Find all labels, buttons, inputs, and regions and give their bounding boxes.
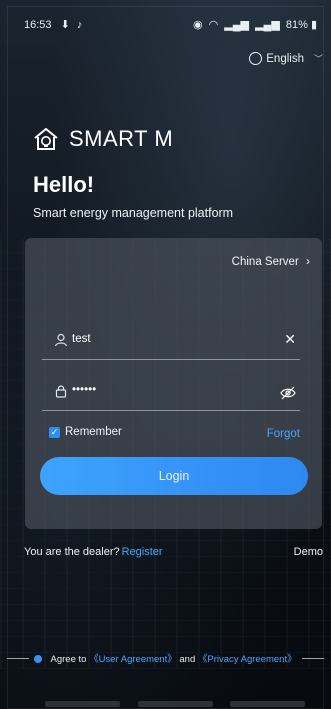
home-logo-icon xyxy=(34,127,58,150)
globe-icon xyxy=(249,52,263,65)
nav-back-button[interactable] xyxy=(230,701,305,707)
brand-name: SMART M xyxy=(69,126,174,151)
brand: SMART M xyxy=(33,126,173,152)
agreement-prefix: Agree to xyxy=(50,654,87,665)
chevron-down-icon: ﹀ xyxy=(313,54,323,64)
signal-icon: ▂▄▆ xyxy=(224,19,249,31)
lock-icon xyxy=(55,385,67,398)
server-label: China Server xyxy=(231,256,299,268)
agreement-row: Agree to 《User Agreement》 and 《Privacy A… xyxy=(0,651,331,665)
divider-left xyxy=(7,658,29,659)
check-icon: ✓ xyxy=(49,426,60,438)
login-button[interactable]: Login xyxy=(40,457,308,495)
username-value: test xyxy=(72,333,91,345)
login-card: China Server › test ✕ •••••• ✓ Remember … xyxy=(25,238,322,529)
system-navigation-bar xyxy=(0,679,331,709)
server-selector[interactable]: China Server › xyxy=(232,254,310,268)
remember-checkbox[interactable]: ✓ Remember xyxy=(49,426,122,438)
wifi-icon: ◠ xyxy=(208,19,219,31)
forgot-link[interactable]: Forgot xyxy=(267,428,300,440)
username-field[interactable]: test ✕ xyxy=(42,329,300,360)
status-time: 16:53 xyxy=(24,18,52,31)
status-right: ◉ ◠ ▂▄▆ ▂▄▆ 81% ▮ xyxy=(192,18,317,32)
battery-level: 81% xyxy=(285,18,308,31)
alarm-icon: ◉ xyxy=(192,19,203,31)
user-agreement-link[interactable]: 《User Agreement》 xyxy=(89,654,177,665)
eye-off-icon[interactable] xyxy=(280,386,296,400)
greeting: Hello! xyxy=(33,172,95,197)
language-selector[interactable]: English ﹀ xyxy=(249,52,323,65)
download-icon: ⬇ xyxy=(60,19,70,31)
dealer-prompt: You are the dealer? Register xyxy=(24,546,163,558)
user-icon xyxy=(54,333,68,347)
dealer-text: You are the dealer? xyxy=(24,546,120,558)
demo-link[interactable]: Demo xyxy=(294,546,323,558)
agreement-checkbox[interactable] xyxy=(34,655,43,664)
register-link[interactable]: Register xyxy=(122,546,163,558)
status-bar: 16:53 ⬇ ♪ ◉ ◠ ▂▄▆ ▂▄▆ 81% ▮ xyxy=(24,18,317,34)
password-value: •••••• xyxy=(72,384,97,396)
subtitle: Smart energy management platform xyxy=(33,206,234,220)
chevron-right-icon: › xyxy=(306,254,310,268)
password-field[interactable]: •••••• xyxy=(42,380,300,411)
signal-icon: ▂▄▆ xyxy=(255,19,280,31)
agreement-and: and xyxy=(179,654,196,665)
divider-right xyxy=(302,658,324,659)
privacy-agreement-link[interactable]: 《Privacy Agreement》 xyxy=(198,654,297,665)
remember-label: Remember xyxy=(65,426,122,438)
battery-icon: ▮ xyxy=(310,19,317,31)
nav-recent-button[interactable] xyxy=(45,701,120,707)
nav-home-button[interactable] xyxy=(138,701,213,707)
notification-icon: ♪ xyxy=(76,18,83,31)
status-left: 16:53 ⬇ ♪ xyxy=(24,18,83,32)
language-label: English xyxy=(266,52,304,65)
close-icon[interactable]: ✕ xyxy=(284,331,296,348)
